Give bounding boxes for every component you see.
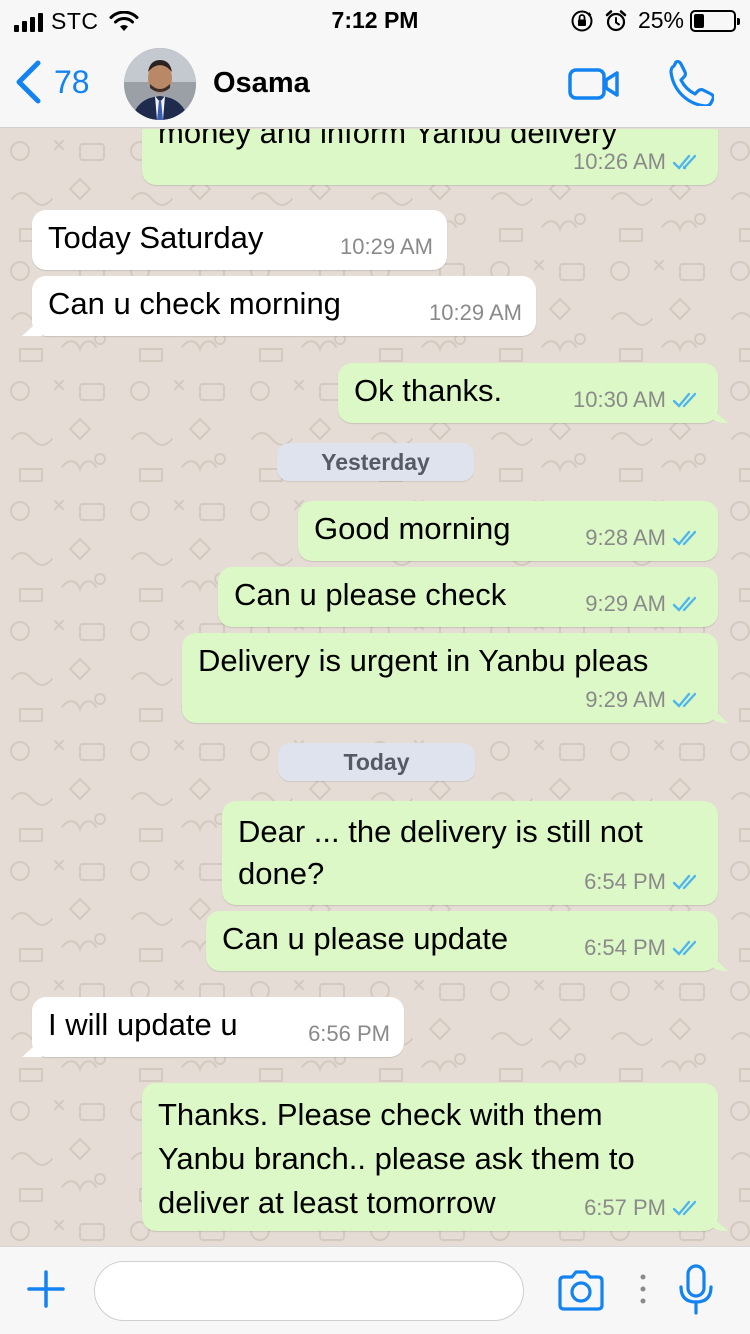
message-time: 10:26 AM — [573, 149, 666, 174]
read-ticks-icon — [672, 692, 697, 708]
message-bubble-incoming[interactable]: Can u check morning 10:29 AM — [32, 276, 536, 336]
chat-header: 78 Osama — [0, 40, 750, 128]
message-bubble-incoming[interactable]: I will update u 6:56 PM — [32, 997, 404, 1057]
read-ticks-icon — [672, 530, 697, 546]
message-time: 10:29 AM — [340, 234, 433, 259]
message-time: 6:54 PM — [584, 935, 666, 960]
message-bubble-incoming[interactable]: Today Saturday 10:29 AM — [32, 210, 447, 270]
read-ticks-icon — [672, 392, 697, 408]
chevron-left-icon — [16, 60, 41, 104]
chat-area[interactable]: money and inform Yanbu delivery 10:26 AM… — [0, 129, 750, 1246]
read-ticks-icon — [672, 154, 697, 170]
microphone-icon[interactable] — [676, 1263, 716, 1317]
battery-percent: 25% — [637, 7, 684, 33]
rotation-lock-icon — [571, 10, 593, 31]
message-bubble-outgoing[interactable]: Dear ... the delivery is still not done?… — [222, 801, 718, 905]
message-bubble-outgoing[interactable]: Can u please update 6:54 PM — [206, 911, 718, 971]
status-bar: STC 7:12 PM 25% — [0, 0, 750, 40]
video-call-icon[interactable] — [568, 64, 620, 104]
message-bubble-outgoing[interactable]: money and inform Yanbu delivery 10:26 AM — [142, 129, 718, 185]
contact-name[interactable]: Osama — [213, 67, 310, 100]
message-time: 6:57 PM — [584, 1195, 666, 1220]
message-time: 10:30 AM — [573, 387, 666, 412]
message-time: 10:29 AM — [429, 300, 522, 325]
message-bubble-outgoing[interactable]: Good morning 9:28 AM — [298, 501, 718, 561]
read-ticks-icon — [672, 940, 697, 956]
message-text: Delivery is urgent in Yanbu pleas — [198, 643, 649, 678]
message-bubble-outgoing[interactable]: Thanks. Please check with them Yanbu bra… — [142, 1083, 718, 1231]
camera-icon[interactable] — [556, 1269, 606, 1311]
message-time: 9:29 AM — [585, 687, 666, 712]
alarm-icon — [605, 9, 627, 31]
message-input[interactable] — [94, 1261, 524, 1321]
message-time: 9:29 AM — [585, 591, 666, 616]
plus-icon[interactable] — [26, 1269, 66, 1309]
phone-icon[interactable] — [666, 58, 714, 106]
avatar-person-icon — [124, 48, 196, 120]
input-bar — [0, 1246, 750, 1334]
read-ticks-icon — [672, 1200, 697, 1216]
back-button[interactable]: 78 — [14, 60, 90, 104]
read-ticks-icon — [672, 874, 697, 890]
battery-icon — [690, 9, 740, 32]
message-bubble-outgoing[interactable]: Ok thanks. 10:30 AM — [338, 363, 718, 423]
read-ticks-icon — [672, 596, 697, 612]
message-bubble-outgoing[interactable]: Can u please check 9:29 AM — [218, 567, 718, 627]
message-time: 9:28 AM — [585, 525, 666, 550]
battery-fill — [694, 13, 704, 28]
unread-count: 78 — [54, 63, 90, 100]
message-time: 6:54 PM — [584, 869, 666, 894]
more-dots-icon[interactable] — [638, 1271, 648, 1307]
date-separator: Yesterday — [277, 443, 474, 481]
avatar[interactable] — [124, 48, 196, 120]
message-time: 6:56 PM — [308, 1021, 390, 1046]
date-separator: Today — [278, 743, 475, 781]
message-bubble-outgoing[interactable]: Delivery is urgent in Yanbu pleas 9:29 A… — [182, 633, 718, 723]
